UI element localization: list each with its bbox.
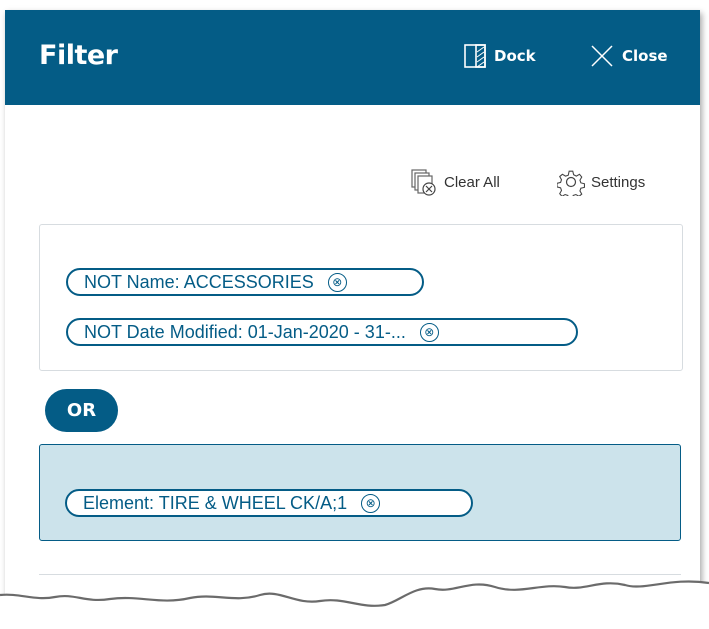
filter-header: Filter Dock Close	[5, 10, 700, 105]
remove-icon[interactable]: ⊗	[419, 322, 439, 342]
panel-title: Filter	[39, 40, 118, 71]
or-operator-button[interactable]: OR	[45, 389, 118, 432]
filter-panel: Filter Dock Close Clear All Settings NOT…	[5, 10, 700, 629]
close-icon	[591, 45, 613, 67]
chip-label: NOT Name: ACCESSORIES	[84, 271, 314, 292]
remove-icon[interactable]: ⊗	[327, 272, 347, 292]
filter-group-1: NOT Name: ACCESSORIES ⊗ NOT Date Modifie…	[39, 224, 683, 371]
close-button[interactable]: Close	[590, 44, 668, 68]
remove-icon[interactable]: ⊗	[361, 493, 381, 513]
filter-chip[interactable]: Element: TIRE & WHEEL CK/A;1 ⊗	[65, 489, 473, 517]
dock-button[interactable]: Dock	[464, 44, 536, 68]
dock-label: Dock	[494, 47, 536, 65]
settings-button[interactable]: Settings	[557, 168, 645, 196]
filter-chip[interactable]: NOT Name: ACCESSORIES ⊗	[66, 268, 424, 296]
torn-edge	[0, 580, 709, 629]
close-label: Close	[622, 47, 668, 65]
settings-label: Settings	[591, 173, 646, 191]
filter-group-2: Element: TIRE & WHEEL CK/A;1 ⊗	[39, 444, 681, 541]
gear-icon	[557, 170, 585, 196]
chip-label: Element: TIRE & WHEEL CK/A;1	[83, 492, 348, 513]
clear-all-icon	[411, 169, 436, 196]
chip-label: NOT Date Modified: 01-Jan-2020 - 31-...	[84, 321, 406, 342]
clear-all-label: Clear All	[444, 173, 500, 191]
filter-chip[interactable]: NOT Date Modified: 01-Jan-2020 - 31-... …	[66, 318, 578, 346]
clear-all-button[interactable]: Clear All	[410, 168, 500, 196]
dock-icon	[464, 44, 486, 68]
